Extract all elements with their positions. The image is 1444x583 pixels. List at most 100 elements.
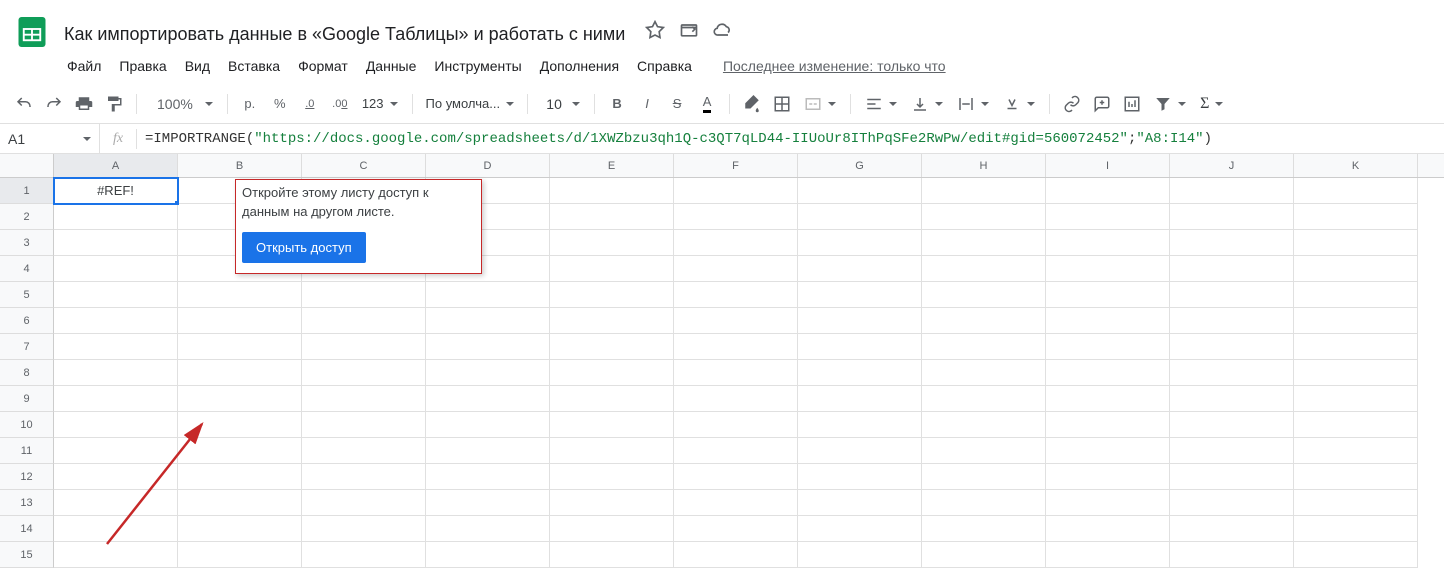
insert-link-button[interactable] [1058,90,1086,118]
cell[interactable] [550,438,674,464]
cell[interactable] [550,360,674,386]
cell[interactable] [674,230,798,256]
cell[interactable] [302,464,426,490]
star-icon[interactable] [645,20,665,43]
cell[interactable] [550,256,674,282]
cell[interactable] [1294,490,1418,516]
font-size-dropdown[interactable] [536,90,586,118]
cell[interactable] [798,516,922,542]
cell[interactable] [1170,542,1294,568]
text-color-button[interactable]: A [693,90,721,118]
cell[interactable] [674,438,798,464]
cell[interactable] [798,438,922,464]
cell[interactable] [922,516,1046,542]
column-header[interactable]: D [426,154,550,177]
cell[interactable] [426,360,550,386]
cell[interactable] [922,334,1046,360]
cell[interactable] [1294,334,1418,360]
row-header[interactable]: 8 [0,360,54,386]
cell[interactable] [550,334,674,360]
cell[interactable] [1046,464,1170,490]
insert-chart-button[interactable] [1118,90,1146,118]
cell[interactable]: #REF! [54,178,178,204]
cell[interactable] [1170,386,1294,412]
cell[interactable] [1294,204,1418,230]
select-all-corner[interactable] [0,154,54,177]
cell[interactable] [674,334,798,360]
cell[interactable] [54,490,178,516]
insert-comment-button[interactable] [1088,90,1116,118]
cell[interactable] [54,542,178,568]
cell[interactable] [178,542,302,568]
cell[interactable] [798,204,922,230]
cell[interactable] [1170,230,1294,256]
cell[interactable] [922,386,1046,412]
cell[interactable] [1294,308,1418,334]
cell[interactable] [922,308,1046,334]
cell[interactable] [178,464,302,490]
row-header[interactable]: 13 [0,490,54,516]
print-button[interactable] [70,90,98,118]
row-header[interactable]: 2 [0,204,54,230]
cell[interactable] [1170,282,1294,308]
cell[interactable] [1170,256,1294,282]
cell[interactable] [426,516,550,542]
cell[interactable] [1294,516,1418,542]
cell[interactable] [426,334,550,360]
borders-button[interactable] [768,90,796,118]
column-header[interactable]: H [922,154,1046,177]
cell[interactable] [922,438,1046,464]
cell[interactable] [674,308,798,334]
cell[interactable] [922,256,1046,282]
cell[interactable] [550,386,674,412]
cell[interactable] [178,308,302,334]
cell[interactable] [1170,308,1294,334]
cell[interactable] [1170,178,1294,204]
sheets-logo-icon[interactable] [12,12,52,52]
cell[interactable] [54,334,178,360]
row-header[interactable]: 3 [0,230,54,256]
row-header[interactable]: 6 [0,308,54,334]
column-header[interactable]: C [302,154,426,177]
cell[interactable] [426,386,550,412]
cell[interactable] [550,464,674,490]
cell[interactable] [674,412,798,438]
cell[interactable] [54,464,178,490]
cell[interactable] [674,282,798,308]
cell[interactable] [1046,282,1170,308]
increase-decimals-button[interactable]: .00 [326,90,354,118]
row-header[interactable]: 10 [0,412,54,438]
redo-button[interactable] [40,90,68,118]
cell[interactable] [302,438,426,464]
cell[interactable] [1170,438,1294,464]
cell[interactable] [798,464,922,490]
undo-button[interactable] [10,90,38,118]
cell[interactable] [922,178,1046,204]
last-edit-link[interactable]: Последнее изменение: только что [723,58,946,74]
text-rotation-button[interactable] [997,90,1041,118]
menu-help[interactable]: Справка [630,54,699,78]
cell[interactable] [922,282,1046,308]
column-header[interactable]: A [54,154,178,177]
cell[interactable] [798,178,922,204]
cell[interactable] [302,386,426,412]
cell[interactable] [54,412,178,438]
cell[interactable] [302,516,426,542]
cell[interactable] [798,256,922,282]
cell[interactable] [1046,204,1170,230]
cell[interactable] [798,282,922,308]
row-header[interactable]: 5 [0,282,54,308]
cell[interactable] [1294,412,1418,438]
row-header[interactable]: 1 [0,178,54,204]
menu-format[interactable]: Формат [291,54,355,78]
column-header[interactable]: J [1170,154,1294,177]
formula-input[interactable]: =IMPORTRANGE("https://docs.google.com/sp… [137,131,1444,147]
cell[interactable] [1170,464,1294,490]
menu-data[interactable]: Данные [359,54,424,78]
cell[interactable] [1046,308,1170,334]
cell[interactable] [1294,256,1418,282]
cell[interactable] [550,282,674,308]
zoom-dropdown[interactable]: 100% [145,90,219,118]
cell[interactable] [178,412,302,438]
cell[interactable] [1170,516,1294,542]
